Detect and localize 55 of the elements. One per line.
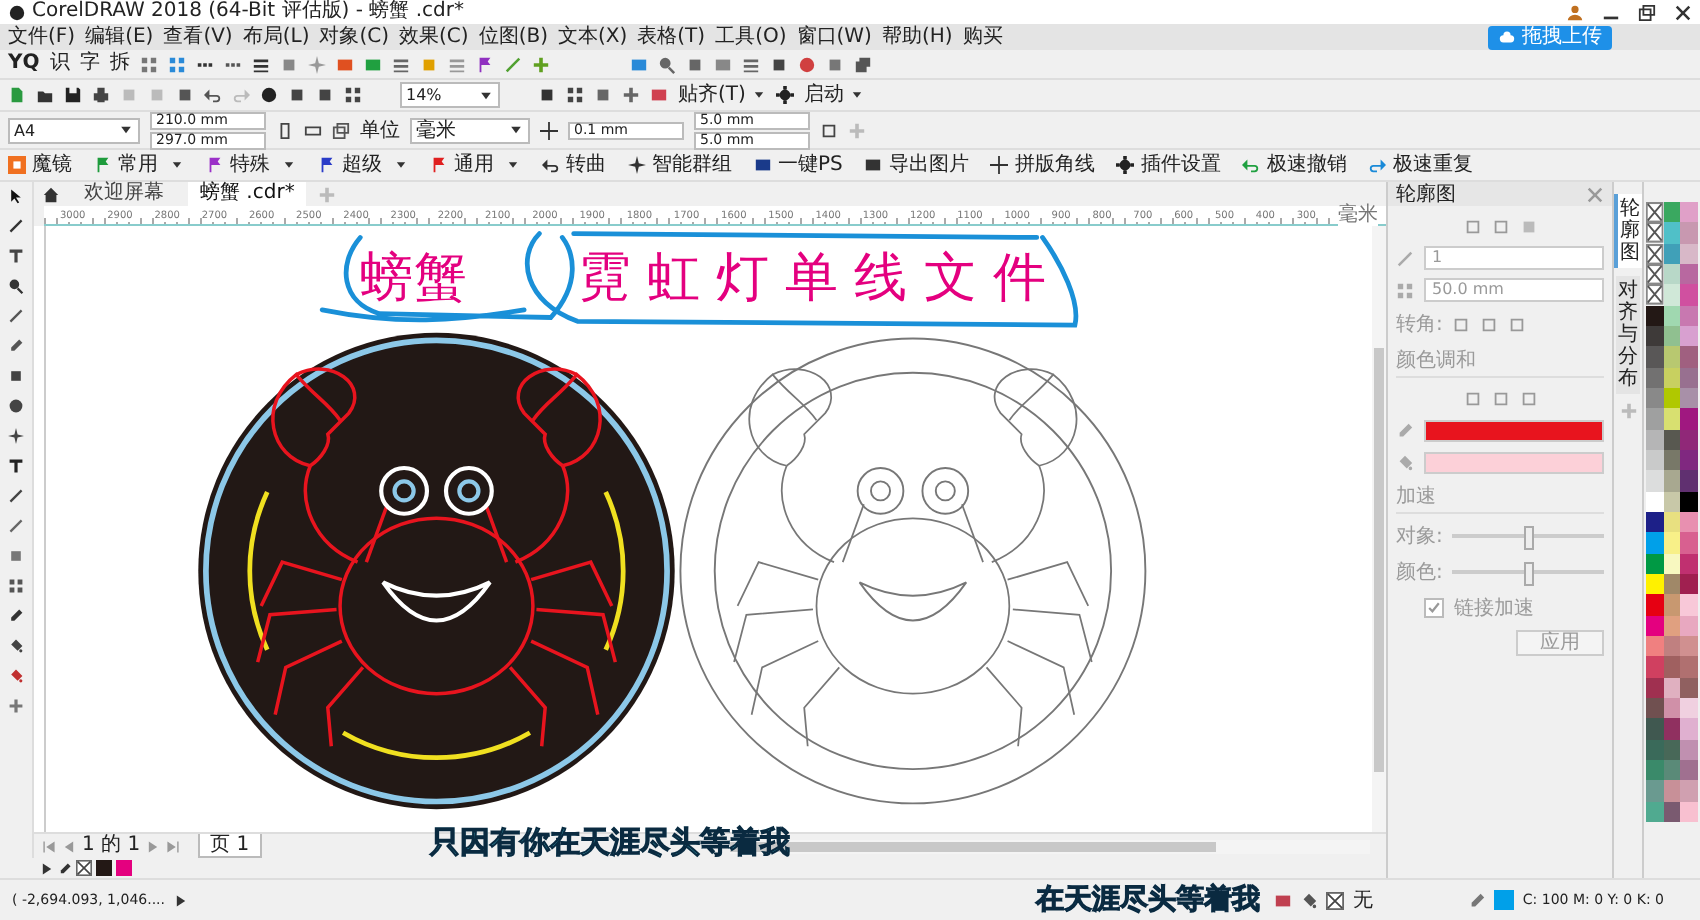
plugin-menu-button[interactable]: 特殊 [206, 155, 296, 175]
menu-item[interactable]: 对象(C) [319, 24, 390, 50]
snap-button[interactable]: 贴齐(T) [678, 85, 766, 105]
plugin-button[interactable]: 极速重复 [1368, 155, 1473, 175]
slider-label: 颜色: [1396, 559, 1443, 586]
menu-item[interactable]: 窗口(W) [796, 24, 872, 50]
canvas-title-text: 螃蟹 [360, 246, 469, 309]
plugin-menu-button[interactable]: 通用 [430, 155, 520, 175]
units-label: 单位 [360, 117, 400, 144]
text-tool-button[interactable]: 识 [49, 54, 70, 74]
ruler-unit: 毫米 [1337, 205, 1378, 225]
menu-item[interactable]: 文本(X) [557, 24, 628, 50]
page-tab[interactable]: 页 1 [198, 834, 262, 858]
text-tool-button[interactable]: YQ [8, 54, 40, 74]
plugin-button[interactable]: 魔镜 [8, 155, 72, 175]
menu-item[interactable]: 文件(F) [8, 24, 76, 50]
blend-section-label: 颜色调和 [1396, 346, 1604, 378]
menu-item[interactable]: 表格(T) [637, 24, 706, 50]
docker-title: 轮廓图 [1396, 181, 1456, 208]
text-tool-button[interactable]: 字 [79, 54, 100, 74]
docker-tab[interactable]: 对齐与分布 [1616, 276, 1640, 394]
plugin-menu-button[interactable]: 超级 [318, 155, 408, 175]
canvas-title-text: 霓虹灯单线文件 [577, 246, 1063, 309]
plugin-button[interactable]: 导出图片 [864, 155, 969, 175]
document-tab[interactable]: 螃蟹 .cdr* [188, 182, 307, 206]
document-tab[interactable]: 欢迎屏幕 [72, 182, 176, 206]
docker-tab[interactable]: 轮廓图 [1614, 194, 1642, 268]
zoom-dropdown[interactable]: 14% [400, 82, 500, 108]
subtitle-text: 在天涯尽头等着我 [1036, 882, 1260, 918]
plugin-button[interactable]: 智能群组 [628, 155, 732, 175]
corner-label: 转角: [1396, 312, 1443, 338]
menu-item[interactable]: 购买 [962, 24, 1003, 50]
text-tool-button[interactable]: 拆 [109, 54, 130, 74]
plugin-button[interactable]: 转曲 [542, 155, 606, 175]
menu-item[interactable]: 帮助(H) [881, 24, 953, 50]
plugin-button[interactable]: 插件设置 [1116, 155, 1221, 175]
slider-label: 对象: [1396, 523, 1443, 550]
page-position: 1 的 1 [82, 834, 141, 858]
page-size-dropdown[interactable]: A4 [8, 117, 140, 143]
acceleration-section-label: 加速 [1396, 482, 1604, 514]
launch-button[interactable]: 启动 [803, 85, 864, 105]
fill-status: 无 [1352, 888, 1373, 914]
menu-item[interactable]: 布局(L) [242, 24, 310, 50]
plugin-button[interactable]: 拼版角线 [990, 155, 1095, 175]
plugin-button[interactable]: 一键PS [754, 155, 843, 175]
menu-item[interactable]: 工具(O) [715, 24, 787, 50]
checkbox-label: 链接加速 [1454, 595, 1534, 622]
menu-item[interactable]: 位图(B) [478, 24, 548, 50]
menu-item[interactable]: 效果(C) [399, 24, 469, 50]
units-dropdown[interactable]: 毫米 [410, 117, 530, 143]
plugin-button[interactable]: 极速撤销 [1242, 155, 1347, 175]
menu-item[interactable]: 编辑(E) [85, 24, 154, 50]
plugin-menu-button[interactable]: 常用 [94, 155, 184, 175]
subtitle-text: 只因有你在天涯尽头等着我 [430, 824, 790, 862]
menu-item[interactable]: 查看(V) [163, 24, 233, 50]
